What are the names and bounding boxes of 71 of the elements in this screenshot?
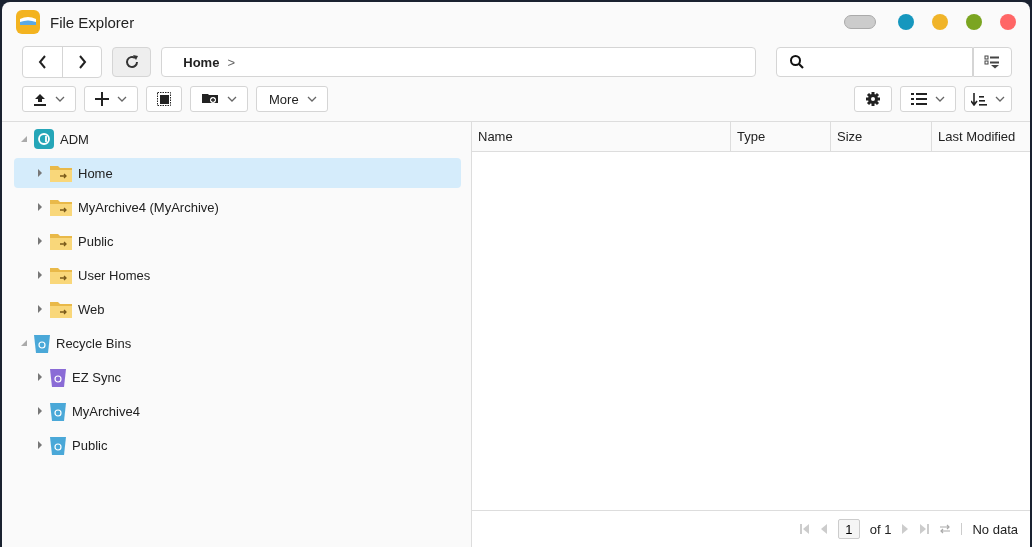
filter-button[interactable] bbox=[972, 47, 1012, 77]
column-header[interactable]: Size bbox=[831, 122, 932, 151]
column-header[interactable]: Last Modified bbox=[932, 122, 1030, 151]
window-control-button[interactable] bbox=[898, 14, 914, 30]
column-header[interactable]: Type bbox=[731, 122, 831, 151]
list-icon bbox=[911, 92, 927, 106]
shared-folder-icon bbox=[50, 232, 72, 250]
settings-button[interactable] bbox=[854, 86, 892, 112]
expand-toggle-icon[interactable] bbox=[36, 237, 44, 245]
select-all-icon bbox=[157, 92, 171, 106]
remote-folder-button[interactable] bbox=[190, 86, 248, 112]
more-button[interactable]: More bbox=[256, 86, 328, 112]
chevron-left-icon bbox=[36, 55, 49, 69]
tree-item[interactable]: Web bbox=[14, 294, 461, 324]
caret-icon bbox=[227, 96, 237, 102]
window-title: File Explorer bbox=[50, 13, 135, 31]
search-field[interactable] bbox=[775, 47, 973, 77]
caret-icon bbox=[55, 96, 65, 102]
view-mode-button[interactable] bbox=[900, 86, 956, 112]
shared-folder-icon bbox=[50, 266, 72, 284]
app-icon bbox=[16, 10, 40, 34]
filter-list-icon bbox=[984, 55, 1001, 69]
status-text: No data bbox=[972, 521, 1018, 537]
search-icon bbox=[788, 54, 805, 70]
tree-item[interactable]: Public bbox=[14, 430, 461, 460]
page-count: of 1 bbox=[869, 521, 892, 537]
caret-icon bbox=[306, 96, 317, 102]
shared-folder-icon bbox=[50, 300, 72, 318]
column-header[interactable]: Name bbox=[472, 122, 731, 151]
shared-folder-icon bbox=[50, 164, 72, 182]
shared-folder-icon bbox=[50, 198, 72, 216]
tree-item[interactable]: MyArchive4 bbox=[14, 396, 461, 426]
refresh-button[interactable] bbox=[112, 47, 152, 77]
tree-item[interactable]: Public bbox=[14, 226, 461, 256]
tree-item[interactable]: ADM bbox=[14, 124, 461, 154]
settings-icon bbox=[865, 91, 881, 107]
refresh-icon[interactable] bbox=[939, 523, 952, 535]
expand-toggle-icon[interactable] bbox=[36, 407, 44, 415]
breadcrumb-link[interactable]: Home bbox=[183, 54, 220, 70]
folder-plus-icon bbox=[201, 92, 219, 106]
expand-toggle-icon[interactable] bbox=[36, 305, 44, 313]
maximize-button[interactable] bbox=[966, 14, 982, 30]
tree-item[interactable]: Recycle Bins bbox=[14, 328, 461, 358]
upload-icon bbox=[33, 92, 47, 106]
expand-toggle-icon[interactable] bbox=[36, 373, 44, 381]
tree-item[interactable]: EZ Sync bbox=[14, 362, 461, 392]
expand-toggle-icon[interactable] bbox=[20, 339, 28, 347]
refresh-icon bbox=[123, 54, 140, 70]
expand-toggle-icon[interactable] bbox=[36, 271, 44, 279]
sort-button[interactable] bbox=[964, 86, 1012, 112]
plus-icon bbox=[95, 92, 109, 106]
toggle-button[interactable] bbox=[844, 15, 876, 29]
tree-item[interactable]: MyArchive4 (MyArchive) bbox=[14, 192, 461, 222]
expand-toggle-icon[interactable] bbox=[20, 135, 28, 143]
caret-icon bbox=[117, 96, 127, 102]
tree-item[interactable]: Home bbox=[14, 158, 461, 188]
expand-toggle-icon[interactable] bbox=[36, 441, 44, 449]
storage-icon bbox=[34, 129, 54, 149]
tree-item[interactable]: User Homes bbox=[14, 260, 461, 290]
sort-icon bbox=[971, 92, 987, 106]
page-number-field[interactable]: 1 bbox=[837, 519, 860, 539]
create-button[interactable] bbox=[84, 86, 138, 112]
breadcrumb-separator: > bbox=[227, 54, 235, 70]
chevron-right-icon bbox=[76, 55, 88, 69]
expand-toggle-icon[interactable] bbox=[36, 203, 44, 211]
caret-icon bbox=[935, 96, 945, 102]
caret-icon bbox=[995, 96, 1005, 102]
expand-toggle-icon[interactable] bbox=[36, 169, 44, 177]
upload-button[interactable] bbox=[22, 86, 76, 112]
select-all-button[interactable] bbox=[146, 86, 182, 112]
close-button[interactable] bbox=[1000, 14, 1016, 30]
